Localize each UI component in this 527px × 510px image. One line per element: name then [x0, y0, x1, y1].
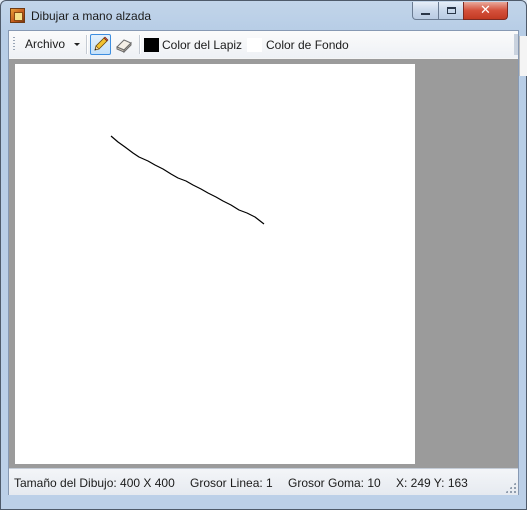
app-icon[interactable] — [10, 8, 25, 23]
pen-color-swatch[interactable] — [144, 38, 159, 52]
close-button[interactable]: ✕ — [463, 2, 508, 20]
close-icon: ✕ — [480, 3, 491, 18]
dropdown-arrow-icon — [74, 43, 81, 47]
client-area: Archivo Color del Lapiz Color de Fondo T… — [8, 30, 519, 495]
toolbar-grip[interactable] — [13, 37, 15, 52]
toolbar-separator — [139, 35, 141, 54]
background-color-button[interactable]: Color de Fondo — [266, 38, 349, 52]
maximize-icon — [446, 7, 456, 14]
pencil-icon — [94, 36, 109, 51]
toolbar-overflow[interactable] — [514, 34, 518, 55]
eraser-icon — [116, 39, 132, 54]
status-eraser-width: Grosor Goma: 10 — [288, 476, 381, 490]
maximize-button[interactable] — [438, 2, 464, 20]
archivo-menu-button[interactable]: Archivo — [21, 35, 84, 54]
title-bar[interactable]: Dibujar a mano alzada ✕ — [1, 1, 526, 31]
background-color-swatch[interactable] — [247, 38, 262, 52]
eraser-tool-button[interactable] — [114, 34, 135, 55]
minimize-button[interactable] — [412, 2, 439, 20]
pencil-tool-button[interactable] — [90, 34, 111, 55]
toolbar-separator — [86, 35, 88, 54]
status-line-width: Grosor Linea: 1 — [190, 476, 273, 490]
background-window-edge — [519, 36, 527, 76]
status-coordinates: X: 249 Y: 163 — [396, 476, 468, 490]
drawing-stroke-layer — [110, 135, 265, 225]
minimize-icon — [421, 12, 430, 15]
status-drawing-size: Tamaño del Dibujo: 400 X 400 — [14, 476, 175, 490]
window-title: Dibujar a mano alzada — [31, 9, 152, 23]
drawing-workspace — [9, 58, 518, 468]
freehand-stroke — [110, 135, 265, 225]
app-window: Dibujar a mano alzada ✕ Archivo Color de… — [0, 0, 527, 510]
archivo-menu-label: Archivo — [25, 37, 66, 51]
status-bar: Tamaño del Dibujo: 400 X 400 Grosor Line… — [9, 468, 518, 495]
resize-grip[interactable] — [505, 482, 516, 493]
drawing-canvas[interactable] — [15, 64, 415, 464]
toolbar: Archivo Color del Lapiz Color de Fondo — [9, 31, 518, 59]
pen-color-button[interactable]: Color del Lapiz — [162, 38, 242, 52]
